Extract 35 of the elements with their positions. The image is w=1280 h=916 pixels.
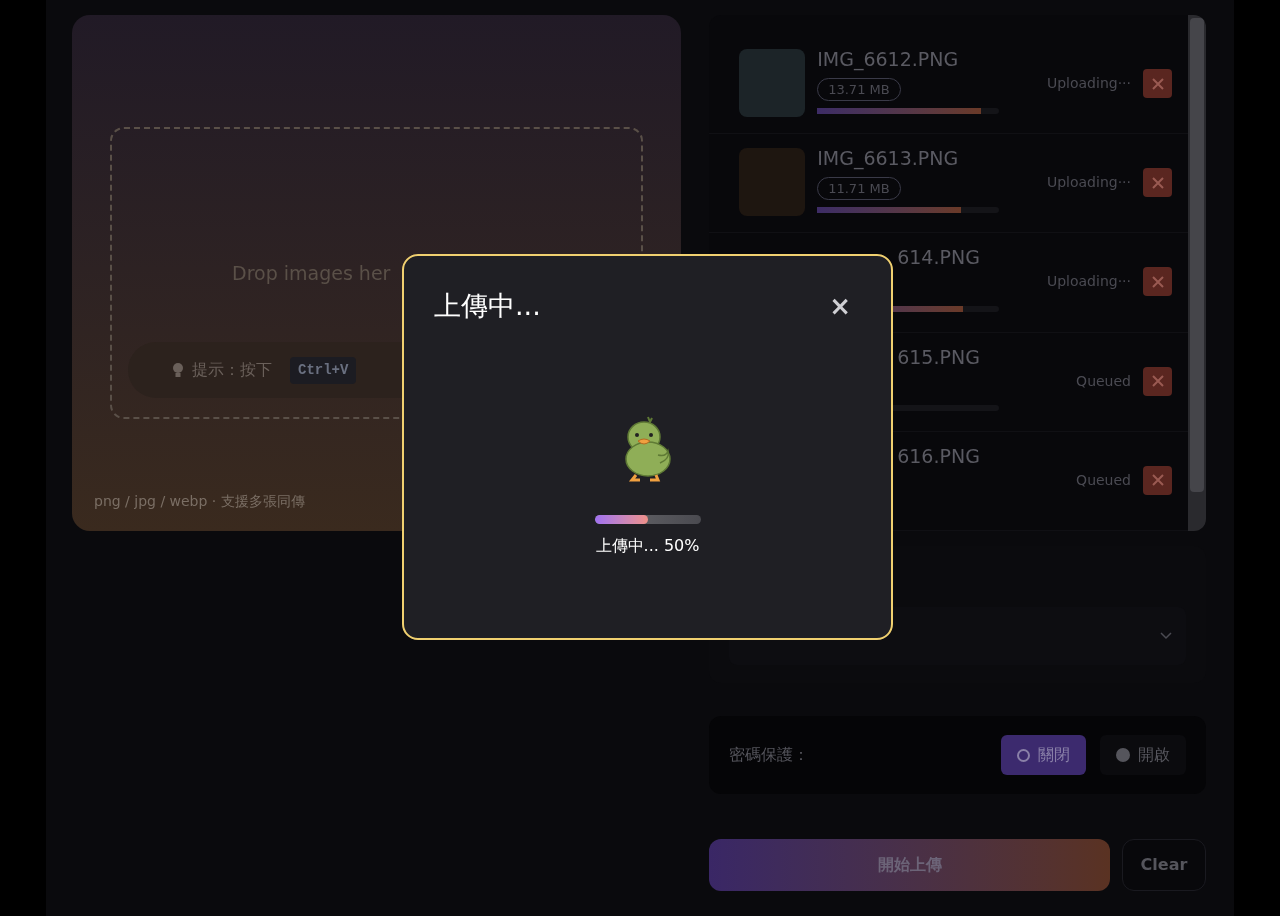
remove-file-button[interactable] (1143, 366, 1172, 396)
upload-status: Uploading··· (1046, 74, 1131, 93)
password-label: 密碼保護： (729, 744, 811, 766)
lightbulb-icon (172, 361, 184, 379)
upload-status: Queued (1076, 371, 1131, 391)
file-name: 614.PNG (896, 245, 981, 271)
remove-file-button[interactable] (1143, 465, 1172, 495)
file-name: 615.PNG (896, 344, 981, 370)
remove-file-button[interactable] (1143, 267, 1172, 297)
file-name: 616.PNG (896, 443, 981, 469)
clear-button[interactable]: Clear (1122, 839, 1206, 891)
remove-file-button[interactable] (1143, 69, 1172, 98)
password-option[interactable]: 關閉 (1001, 735, 1086, 775)
close-icon (1151, 275, 1164, 288)
close-icon (1151, 474, 1164, 487)
file-name: IMG_6613.PNG (817, 146, 960, 172)
close-button[interactable]: × (829, 293, 851, 320)
keyboard-key: Ctrl+V (290, 356, 357, 384)
upload-status: Queued (1076, 470, 1131, 490)
radio-filled-icon (1116, 748, 1130, 762)
scrollbar-thumb[interactable] (1190, 18, 1204, 492)
upload-status: Uploading··· (1046, 272, 1131, 292)
formats-note: png / jpg / webp · 支援多張同傳 (94, 492, 305, 511)
close-icon (1151, 176, 1164, 189)
close-icon (1151, 375, 1164, 388)
remove-file-button[interactable] (1143, 168, 1172, 198)
file-name: IMG_6612.PNG (817, 47, 960, 73)
radio-empty-icon (1017, 748, 1030, 762)
upload-status: Uploading··· (1046, 173, 1131, 193)
photo-placeholder (739, 49, 806, 117)
hint-text: 提示：按下 (192, 359, 272, 381)
dialog-title: 上傳中... (434, 289, 541, 323)
close-icon (1151, 77, 1164, 90)
password-option[interactable]: 開啟 (1100, 735, 1186, 775)
progress-text: 上傳中... 50% (595, 534, 700, 557)
